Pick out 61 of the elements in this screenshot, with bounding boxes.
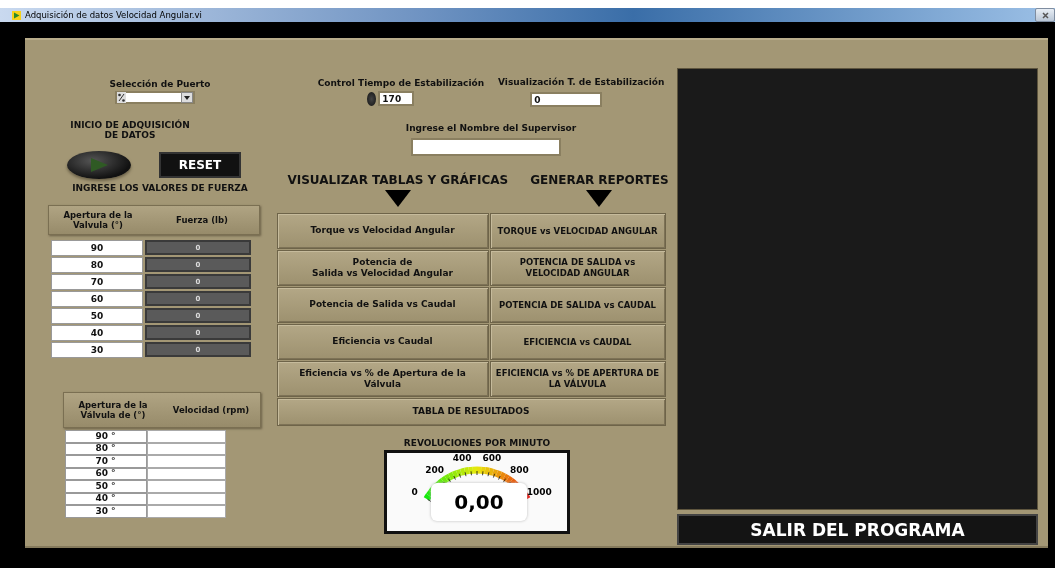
angle-cell: 90 ° <box>64 430 147 443</box>
start-switch[interactable] <box>67 151 131 179</box>
column-header: Apertura de la Válvula de (°) <box>77 399 149 422</box>
results-button[interactable]: TABLA DE RESULTADOS <box>276 398 666 426</box>
graph-button[interactable]: Eficiencia vs % de Apertura de la Válvula <box>276 361 489 397</box>
angle-cell[interactable]: 90 <box>51 239 143 256</box>
stabilization-time-label: Control Tiempo de Estabilización <box>317 78 485 88</box>
stabilization-time-field[interactable]: 170 <box>378 91 415 106</box>
gauge-title: REVOLUCIONES POR MINUTO <box>403 438 551 448</box>
section-heading: GENERAR REPORTES <box>530 173 669 187</box>
report-button[interactable]: EFICIENCIA vs % DE APERTURA DE LA VÁLVULA <box>489 361 666 397</box>
supervisor-field[interactable] <box>411 138 561 156</box>
angle-cell[interactable]: 80 <box>51 256 143 273</box>
rpm-readout: 0,00 <box>431 483 527 521</box>
exit-button[interactable]: SALIR DEL PROGRAMA <box>677 514 1038 545</box>
scale-label: 1000 <box>526 487 552 497</box>
section-heading: VISUALIZAR TABLAS Y GRÁFICAS <box>287 173 509 187</box>
speed-cell[interactable] <box>146 455 226 468</box>
close-button[interactable] <box>1035 8 1055 22</box>
graph-button[interactable]: Eficiencia vs Caudal <box>276 324 489 360</box>
speed-cell[interactable] <box>146 505 226 518</box>
port-dropdown[interactable] <box>115 91 195 104</box>
stabilization-display-field: 0 <box>530 92 603 107</box>
speed-cell[interactable] <box>146 480 226 493</box>
angle-cell[interactable]: 60 <box>51 290 143 307</box>
caret-icon <box>184 95 190 100</box>
angle-cell[interactable]: 40 <box>51 324 143 341</box>
graph-button[interactable]: Torque vs Velocidad Angular <box>276 213 489 249</box>
graph-button[interactable]: Potencia de Salida vs Velocidad Angular <box>276 250 489 286</box>
angle-cell[interactable]: 70 <box>51 273 143 290</box>
angle-cell[interactable]: 50 <box>51 307 143 324</box>
column-header: Velocidad (rpm) <box>171 404 251 417</box>
angle-cell: 50 ° <box>64 480 147 493</box>
scale-label: 400 <box>452 453 472 463</box>
window-title: Adquisición de datos Velocidad Angular.vi <box>25 10 202 20</box>
force-prompt: INGRESE LOS VALORES DE FUERZA <box>72 183 248 193</box>
angle-cell: 70 ° <box>64 455 147 468</box>
play-icon <box>88 156 110 174</box>
increment-knob[interactable] <box>367 91 377 106</box>
scale-label: 800 <box>509 464 529 475</box>
angle-cell: 30 ° <box>64 505 147 518</box>
column-header: Fuerza (lb) <box>175 214 229 227</box>
speed-cell[interactable] <box>146 430 226 443</box>
column-header: Apertura de la Valvula (°) <box>62 209 134 232</box>
supervisor-label: Ingrese el Nombre del Supervisor <box>405 123 577 133</box>
report-button[interactable]: POTENCIA DE SALIDA vs VELOCIDAD ANGULAR <box>489 250 666 286</box>
start-label: INICIO DE ADQUISICIÓN DE DATOS <box>69 120 191 140</box>
close-icon <box>1041 11 1049 19</box>
scale-label: 0 <box>411 487 418 497</box>
report-button[interactable]: EFICIENCIA vs CAUDAL <box>489 324 666 360</box>
scale-label: 600 <box>482 453 502 463</box>
stabilization-display-label: Visualización T. de Estabilización <box>498 77 665 87</box>
port-label: Selección de Puerto <box>109 79 211 89</box>
io-icon <box>117 92 126 103</box>
app-icon <box>12 10 21 20</box>
report-button[interactable]: TORQUE vs VELOCIDAD ANGULAR <box>489 213 666 249</box>
scale-label: 200 <box>425 464 445 475</box>
reset-button[interactable]: RESET <box>159 152 241 178</box>
report-button[interactable]: POTENCIA DE SALIDA vs CAUDAL <box>489 287 666 323</box>
graph-button[interactable]: Potencia de Salida vs Caudal <box>276 287 489 323</box>
angle-cell[interactable]: 30 <box>51 341 143 358</box>
